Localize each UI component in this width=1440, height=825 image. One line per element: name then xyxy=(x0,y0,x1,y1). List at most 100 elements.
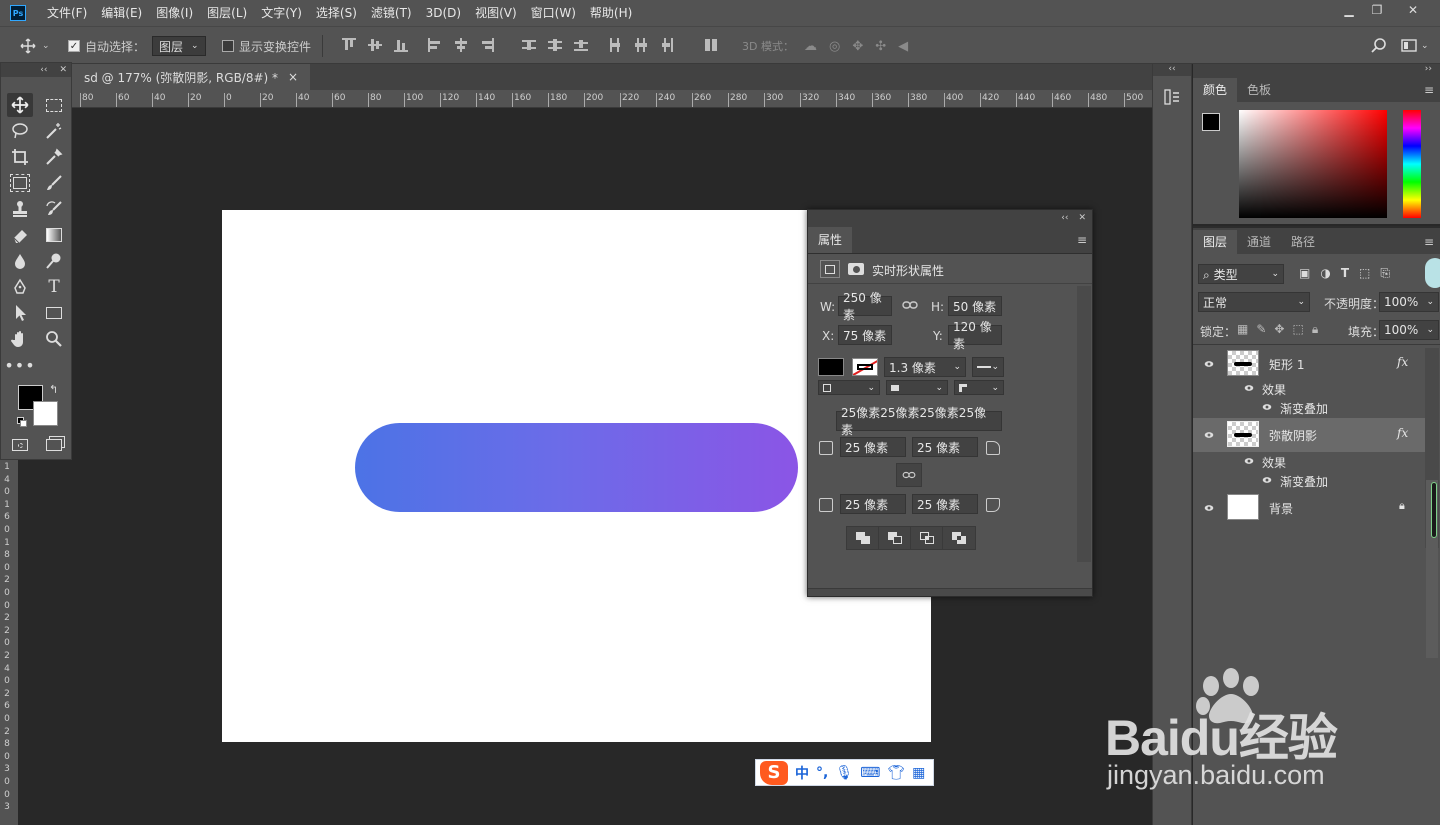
panel-menu-icon[interactable]: ≡ xyxy=(1072,227,1092,253)
3d-pan-icon[interactable]: ✥ xyxy=(852,39,875,54)
collapse-panel-icon[interactable]: ‹‹ xyxy=(1061,213,1068,223)
layer-fx-icon[interactable]: fx xyxy=(1397,426,1408,440)
3d-scale-icon[interactable]: ◀ xyxy=(898,39,920,54)
history-panel-icon[interactable] xyxy=(1163,88,1181,106)
align-left-icon[interactable] xyxy=(428,38,442,52)
layer-name[interactable]: 弥散阴影 xyxy=(1269,427,1317,444)
visibility-eye-icon[interactable] xyxy=(1262,402,1272,412)
visibility-eye-icon[interactable] xyxy=(1204,359,1214,369)
stroke-width-dropdown[interactable]: 1.3 像素 ⌄ xyxy=(884,357,966,377)
menu-edit[interactable]: 编辑(E) xyxy=(94,0,149,26)
layer-row-diffuse-shadow[interactable]: 弥散阴影 fx xyxy=(1193,418,1425,452)
menu-layer[interactable]: 图层(L) xyxy=(200,0,254,26)
exclude-shapes-icon[interactable] xyxy=(943,527,975,549)
menu-filter[interactable]: 滤镜(T) xyxy=(364,0,419,26)
stroke-cap-dropdown[interactable]: ⌄ xyxy=(886,380,948,395)
magic-wand-tool-icon[interactable] xyxy=(41,119,67,143)
distribute-hcenter-icon[interactable] xyxy=(634,38,648,52)
lasso-tool-icon[interactable] xyxy=(7,119,33,143)
tab-paths[interactable]: 路径 xyxy=(1281,230,1325,254)
auto-align-icon[interactable] xyxy=(704,38,718,52)
gradient-rounded-rectangle-shape[interactable] xyxy=(355,423,798,512)
menu-type[interactable]: 文字(Y) xyxy=(254,0,309,26)
tab-properties[interactable]: 属性 xyxy=(808,227,853,253)
panel-resize-grip[interactable] xyxy=(808,588,1092,596)
pen-tool-icon[interactable] xyxy=(7,275,33,299)
link-corners-button[interactable] xyxy=(896,463,922,487)
hue-slider[interactable] xyxy=(1403,110,1421,218)
opacity-field[interactable]: 100% ⌄ xyxy=(1379,292,1439,312)
swap-colors-icon[interactable]: ↰ xyxy=(49,383,58,396)
color-picker-field[interactable] xyxy=(1239,110,1387,218)
hand-tool-icon[interactable] xyxy=(7,327,33,351)
stroke-align-dropdown[interactable]: ⌄ xyxy=(818,380,880,395)
microphone-icon[interactable]: 🎙︎ xyxy=(835,765,853,781)
shape-filter-icon[interactable]: ⬚ xyxy=(1359,266,1370,281)
mask-properties-icon[interactable] xyxy=(846,260,866,278)
pixel-filter-icon[interactable]: ▣ xyxy=(1299,266,1310,281)
auto-select-dropdown[interactable]: 图层 ⌄ xyxy=(152,35,206,57)
path-selection-tool-icon[interactable] xyxy=(7,301,33,325)
panel-menu-icon[interactable]: ≡ xyxy=(1418,78,1440,102)
visibility-eye-icon[interactable] xyxy=(1262,475,1272,485)
collapse-panel-icon[interactable]: ‹‹ xyxy=(40,65,47,75)
minimize-icon[interactable]: ▁ xyxy=(1334,0,1364,20)
move-tool-preset-icon[interactable]: ⌄ xyxy=(20,35,50,57)
align-vcenter-icon[interactable] xyxy=(368,38,382,52)
move-tool-icon[interactable] xyxy=(7,93,33,117)
foreground-color-swatch[interactable] xyxy=(1202,113,1220,131)
x-field[interactable]: 75 像素 xyxy=(838,325,892,345)
history-brush-tool-icon[interactable] xyxy=(41,197,67,221)
ime-language-toggle[interactable]: 中 xyxy=(795,763,809,783)
distribute-top-icon[interactable] xyxy=(522,38,536,52)
collapse-panel-icon[interactable]: ›› xyxy=(1193,64,1440,76)
align-top-icon[interactable] xyxy=(342,38,356,52)
visibility-eye-icon[interactable] xyxy=(1244,383,1254,393)
tab-swatches[interactable]: 色板 xyxy=(1237,78,1281,102)
quick-mask-icon[interactable] xyxy=(7,433,33,457)
height-field[interactable]: 50 像素 xyxy=(948,296,1002,316)
expand-dock-icon[interactable]: ‹‹ xyxy=(1153,64,1191,76)
panel-menu-icon[interactable]: ≡ xyxy=(1418,230,1440,254)
tab-channels[interactable]: 通道 xyxy=(1237,230,1281,254)
close-panel-icon[interactable]: ✕ xyxy=(1078,213,1086,223)
visibility-eye-icon[interactable] xyxy=(1204,503,1214,513)
corner-top-right-field[interactable]: 25 像素 xyxy=(912,437,978,457)
y-field[interactable]: 120 像素 xyxy=(948,320,1002,351)
layer-effects-row[interactable]: 效果 xyxy=(1193,378,1425,398)
corner-bottom-right-field[interactable]: 25 像素 xyxy=(912,494,978,514)
align-right-icon[interactable] xyxy=(480,38,494,52)
more-tools-icon[interactable]: ••• xyxy=(4,353,34,377)
stamp-tool-icon[interactable] xyxy=(7,197,33,221)
screen-mode-icon[interactable] xyxy=(41,433,67,457)
3d-slide-icon[interactable]: ✣ xyxy=(875,39,898,54)
combine-shapes-icon[interactable] xyxy=(847,527,879,549)
toolbox-icon[interactable]: ▦ xyxy=(912,765,925,781)
layer-effect-gradient-row[interactable]: 渐变叠加 xyxy=(1193,470,1425,490)
fill-field[interactable]: 100% ⌄ xyxy=(1379,320,1439,340)
auto-select-checkbox[interactable]: ✓ 自动选择： xyxy=(68,35,145,57)
shape-properties-icon[interactable] xyxy=(820,260,840,278)
type-filter-icon[interactable]: T xyxy=(1341,266,1349,281)
photoshop-app-icon[interactable]: Ps xyxy=(10,5,26,21)
smart-object-filter-icon[interactable]: ⎘ xyxy=(1380,266,1390,281)
tab-layers[interactable]: 图层 xyxy=(1193,230,1238,254)
layer-effects-row[interactable]: 效果 xyxy=(1193,451,1425,471)
stroke-corner-dropdown[interactable]: ⌄ xyxy=(954,380,1004,395)
align-hcenter-icon[interactable] xyxy=(454,38,468,52)
search-icon[interactable] xyxy=(1371,38,1387,57)
lock-all-icon[interactable]: 🔒︎ xyxy=(1312,322,1318,337)
adjustment-filter-icon[interactable]: ◑ xyxy=(1320,266,1330,281)
eraser-tool-icon[interactable] xyxy=(7,223,33,247)
layer-name[interactable]: 矩形 1 xyxy=(1269,356,1304,373)
distribute-vcenter-icon[interactable] xyxy=(548,38,562,52)
dodge-tool-icon[interactable] xyxy=(41,249,67,273)
lock-pixels-icon[interactable]: ✎ xyxy=(1256,322,1266,337)
menu-select[interactable]: 选择(S) xyxy=(309,0,364,26)
link-icon[interactable] xyxy=(902,299,918,314)
3d-roll-icon[interactable]: ◎ xyxy=(829,39,852,54)
corner-bottom-left-field[interactable]: 25 像素 xyxy=(840,494,906,514)
intersect-shapes-icon[interactable] xyxy=(911,527,943,549)
blend-mode-dropdown[interactable]: 正常 ⌄ xyxy=(1198,292,1310,312)
crop-tool-icon[interactable] xyxy=(7,145,33,169)
